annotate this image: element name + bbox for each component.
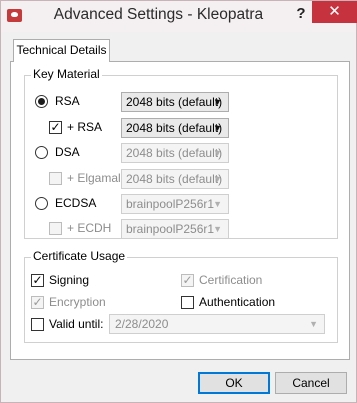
ecdh-curve-value: brainpoolP256r1 (126, 222, 215, 236)
valid-until-date-value: 2/28/2020 (115, 317, 169, 331)
authentication-label: Authentication (199, 295, 276, 309)
chevron-down-icon: ▼ (213, 148, 222, 158)
dsa-radio[interactable] (35, 146, 48, 159)
rsa-label: RSA (55, 94, 80, 108)
elgamal-checkbox[interactable] (49, 172, 62, 185)
chevron-down-icon: ▼ (213, 199, 222, 209)
signing-checkbox[interactable]: ✓ (31, 274, 44, 287)
rsa-subkey-checkbox[interactable]: ✓ (49, 121, 62, 134)
key-material-title: Key Material (31, 67, 102, 81)
valid-until-label: Valid until: (49, 317, 104, 331)
certificate-usage-title: Certificate Usage (31, 249, 128, 263)
close-button[interactable]: ✕ (312, 1, 357, 23)
technical-details-panel: Key Material RSA 2048 bits (default) ▼ ✓… (10, 61, 350, 360)
ecdh-curve-select[interactable]: brainpoolP256r1 ▼ (121, 219, 229, 239)
window-title: Advanced Settings - Kleopatra (53, 6, 264, 23)
certificate-usage-group: Certificate Usage ✓ Signing ✓ Certificat… (24, 249, 338, 343)
title-bar: Advanced Settings - Kleopatra ? ✕ (1, 1, 357, 32)
chevron-down-icon: ▼ (213, 97, 222, 107)
dsa-bits-select[interactable]: 2048 bits (default) ▼ (121, 143, 229, 163)
advanced-settings-dialog: Advanced Settings - Kleopatra ? ✕ Techni… (0, 0, 357, 403)
certification-label: Certification (199, 273, 263, 287)
dsa-bits-value: 2048 bits (default) (126, 146, 223, 160)
help-button[interactable]: ? (294, 3, 308, 25)
cancel-button[interactable]: Cancel (275, 372, 347, 394)
encryption-checkbox[interactable]: ✓ (31, 296, 44, 309)
valid-until-date-input[interactable]: 2/28/2020 ▼ (109, 314, 325, 334)
elgamal-bits-value: 2048 bits (default) (126, 172, 223, 186)
rsa-subkey-bits-value: 2048 bits (default) (126, 121, 223, 135)
ecdsa-curve-value: brainpoolP256r1 (126, 197, 215, 211)
elgamal-label: + Elgamal (67, 171, 121, 185)
chevron-down-icon: ▼ (309, 319, 318, 329)
tab-technical-details[interactable]: Technical Details (13, 39, 110, 62)
ok-button[interactable]: OK (198, 372, 270, 394)
chevron-down-icon: ▼ (213, 174, 222, 184)
rsa-subkey-bits-select[interactable]: 2048 bits (default) ▼ (121, 118, 229, 138)
valid-until-checkbox[interactable] (31, 318, 44, 331)
rsa-radio[interactable] (35, 95, 48, 108)
ecdsa-curve-select[interactable]: brainpoolP256r1 ▼ (121, 194, 229, 214)
ecdh-checkbox[interactable] (49, 222, 62, 235)
rsa-bits-value: 2048 bits (default) (126, 95, 223, 109)
authentication-checkbox[interactable] (181, 296, 194, 309)
key-material-group: Key Material RSA 2048 bits (default) ▼ ✓… (24, 67, 338, 239)
ecdsa-label: ECDSA (55, 196, 97, 210)
dsa-label: DSA (55, 145, 80, 159)
ecdsa-radio[interactable] (35, 197, 48, 210)
rsa-subkey-label: + RSA (67, 120, 103, 134)
certification-checkbox[interactable]: ✓ (181, 274, 194, 287)
rsa-bits-select[interactable]: 2048 bits (default) ▼ (121, 92, 229, 112)
signing-label: Signing (49, 273, 90, 287)
elgamal-bits-select[interactable]: 2048 bits (default) ▼ (121, 169, 229, 189)
chevron-down-icon: ▼ (213, 224, 222, 234)
encryption-label: Encryption (49, 295, 106, 309)
ecdh-label: + ECDH (67, 221, 112, 235)
chevron-down-icon: ▼ (213, 123, 222, 133)
